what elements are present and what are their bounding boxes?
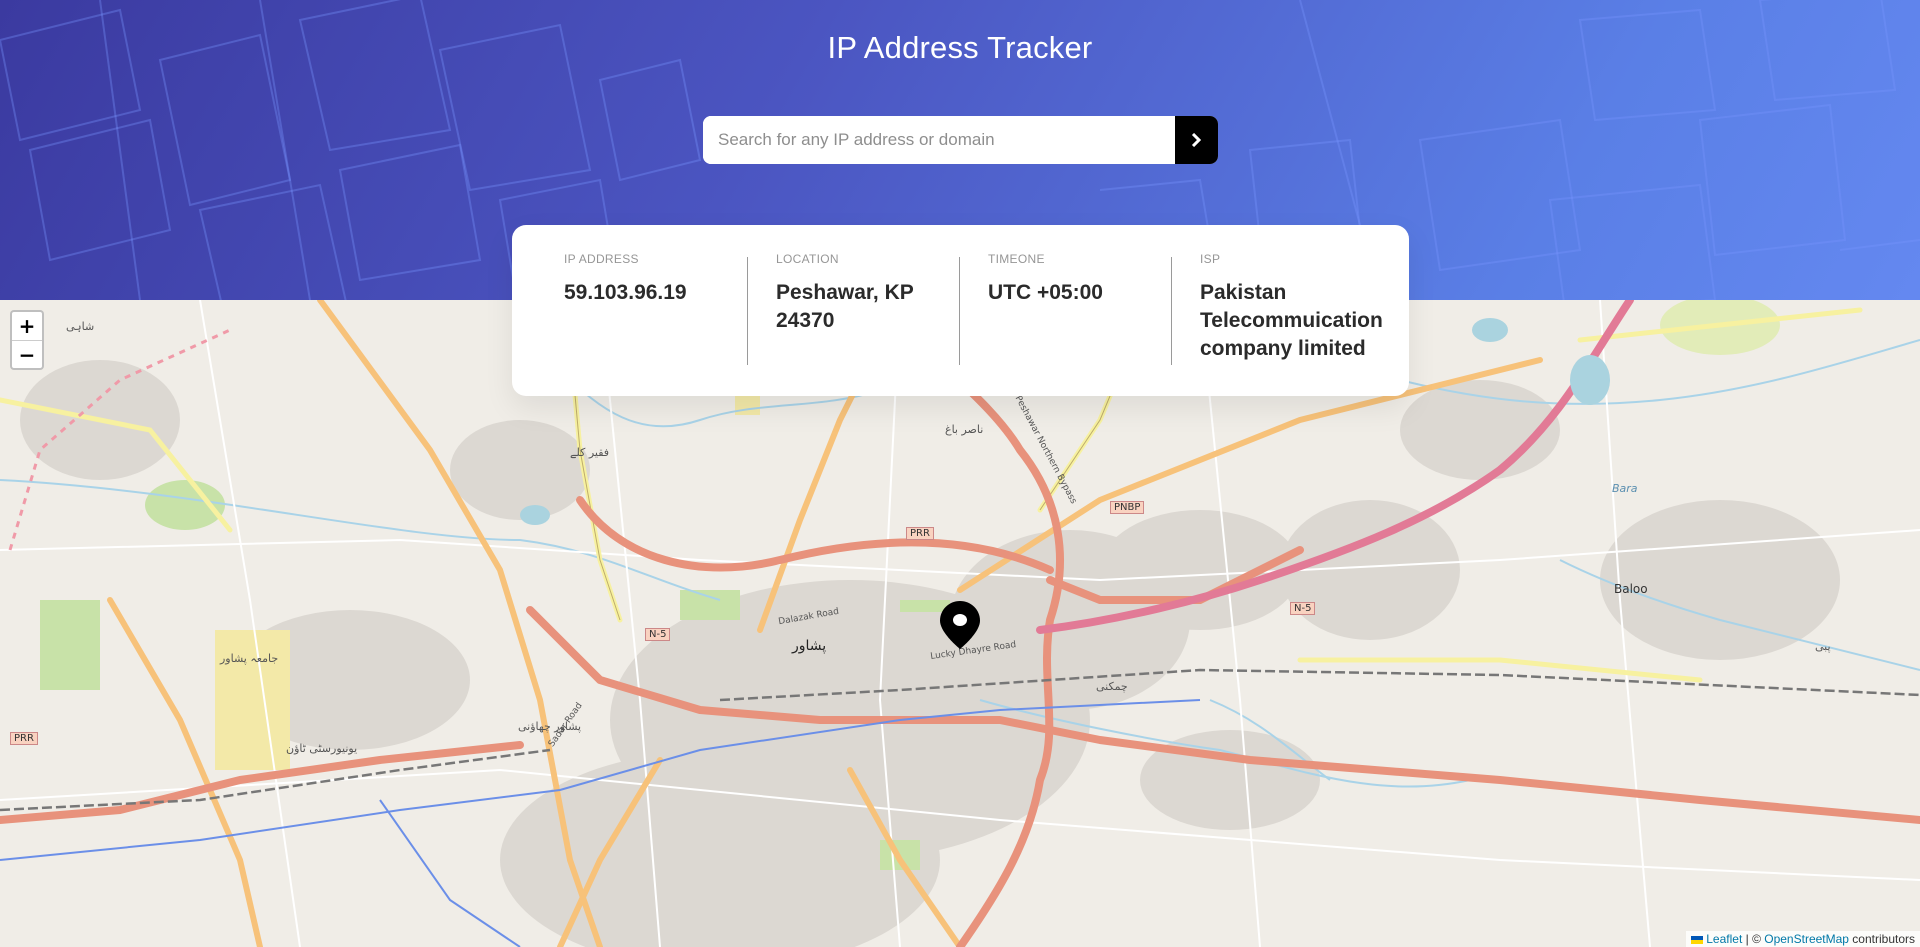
map-label-faqir: فقیر کلے [570, 446, 610, 459]
location-pin-icon[interactable] [940, 601, 980, 649]
search-bar [703, 116, 1218, 164]
road-label-n5-west: N-5 [645, 628, 671, 641]
info-label: ISP [1200, 252, 1221, 266]
info-label: TIMEONE [988, 252, 1045, 266]
map-label-nasir: ناصر باغ [945, 423, 984, 436]
info-value: Pakistan Telecommuication company limite… [1200, 281, 1383, 360]
zoom-out-button[interactable]: − [12, 340, 42, 368]
attribution-suffix: contributors [1848, 932, 1915, 946]
map[interactable]: پشاور جامعہ پشاور یونیورسٹی ٹاؤن شاہی فق… [0, 300, 1920, 947]
info-location: LOCATION Peshawar, KP 24370 [747, 252, 959, 365]
leaflet-link[interactable]: Leaflet [1706, 932, 1742, 946]
map-label-hayatabad: جامعہ پشاور [220, 652, 279, 665]
info-timezone: TIMEONE UTC +05:00 [959, 252, 1171, 365]
zoom-in-button[interactable]: + [12, 312, 42, 340]
road-label-prr: PRR [906, 527, 934, 540]
map-label-bara: Bara [1612, 482, 1638, 495]
info-value: Peshawar, KP 24370 [776, 281, 914, 332]
road-label-pnbp: PNBP [1110, 501, 1145, 514]
search-input[interactable] [703, 116, 1175, 164]
search-submit-button[interactable] [1175, 116, 1218, 164]
info-value: UTC +05:00 [988, 281, 1103, 304]
chevron-right-icon [1191, 133, 1202, 147]
road-label-prr-west: PRR [10, 732, 38, 745]
map-label-chamkani: چمکنی [1096, 680, 1128, 693]
road-label-n5: N-5 [1290, 602, 1316, 615]
map-label-baloo: Baloo [1614, 582, 1648, 596]
info-isp: ISP Pakistan Telecommuication company li… [1171, 252, 1383, 365]
info-value: 59.103.96.19 [564, 281, 687, 304]
ip-info-card: IP ADDRESS 59.103.96.19 LOCATION Peshawa… [512, 225, 1409, 396]
info-ip-address: IP ADDRESS 59.103.96.19 [512, 252, 747, 396]
info-label: IP ADDRESS [564, 252, 639, 266]
zoom-control: + − [10, 310, 44, 370]
map-attribution: Leaflet | © OpenStreetMap contributors [1685, 931, 1920, 947]
osm-link[interactable]: OpenStreetMap [1764, 932, 1849, 946]
info-label: LOCATION [776, 252, 839, 266]
map-label-university: یونیورسٹی ٹاؤن [286, 742, 358, 755]
attribution-separator: | © [1742, 932, 1765, 946]
map-label-city: پشاور [792, 638, 827, 654]
ukraine-flag-icon [1690, 935, 1703, 944]
map-label-shah: شاہی [66, 320, 95, 333]
page-title: IP Address Tracker [827, 30, 1093, 65]
map-label-pabbi: پبی [1815, 640, 1831, 653]
